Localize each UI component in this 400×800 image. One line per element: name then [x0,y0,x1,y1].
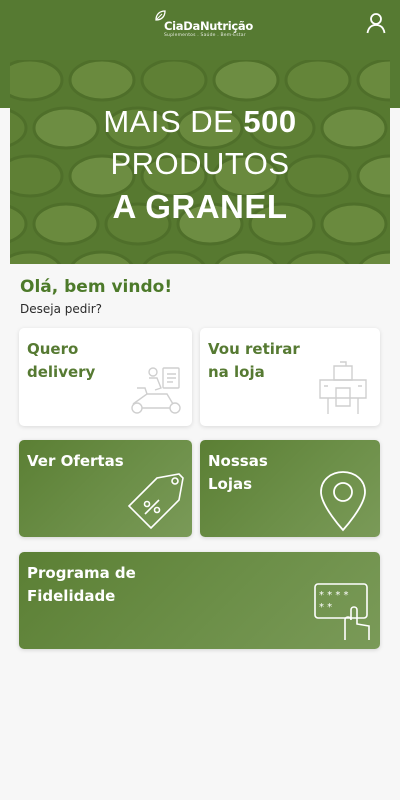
offers-label: Ver Ofertas [27,452,124,470]
store-pickup-button[interactable]: Vou retirar na loja [200,328,380,426]
delivery-label: Quero delivery [27,340,96,381]
map-pin-icon [320,471,366,532]
brand-logo[interactable]: CiaDaNutrição Suplementos . Saúde . Bem-… [150,10,253,40]
svg-text:* * * *: * * * * [319,590,349,601]
loyalty-program-label: Programa de Fidelidade [27,564,136,605]
brand-name: CiaDaNutrição [164,19,253,33]
user-profile-icon[interactable] [364,11,388,35]
price-tag-icon [127,473,184,530]
store-pickup-label: Vou retirar na loja [208,340,300,381]
our-stores-label: Nossas Lojas [208,452,268,493]
banner-line-3: A GRANEL [112,188,288,225]
our-stores-button[interactable]: Nossas Lojas [200,440,380,537]
card-hand-icon: * * * * * * [314,583,370,640]
banner-line-2: PRODUTOS [110,146,290,181]
store-pickup-icon [319,361,367,414]
loyalty-program-button[interactable]: Programa de Fidelidade * * * * * * [19,552,380,649]
svg-text:* *: * * [319,602,332,613]
promo-banner[interactable]: MAIS DE 500 PRODUTOS A GRANEL [10,60,390,264]
order-question: Deseja pedir? [20,302,103,316]
delivery-button[interactable]: Quero delivery [19,328,192,426]
welcome-title: Olá, bem vindo! [20,277,173,297]
scooter-icon [131,367,181,414]
banner-line-1: MAIS DE 500 [103,104,297,139]
brand-tagline: Suplementos . Saúde . Bem-Estar [164,33,246,38]
offers-button[interactable]: Ver Ofertas [19,440,192,537]
